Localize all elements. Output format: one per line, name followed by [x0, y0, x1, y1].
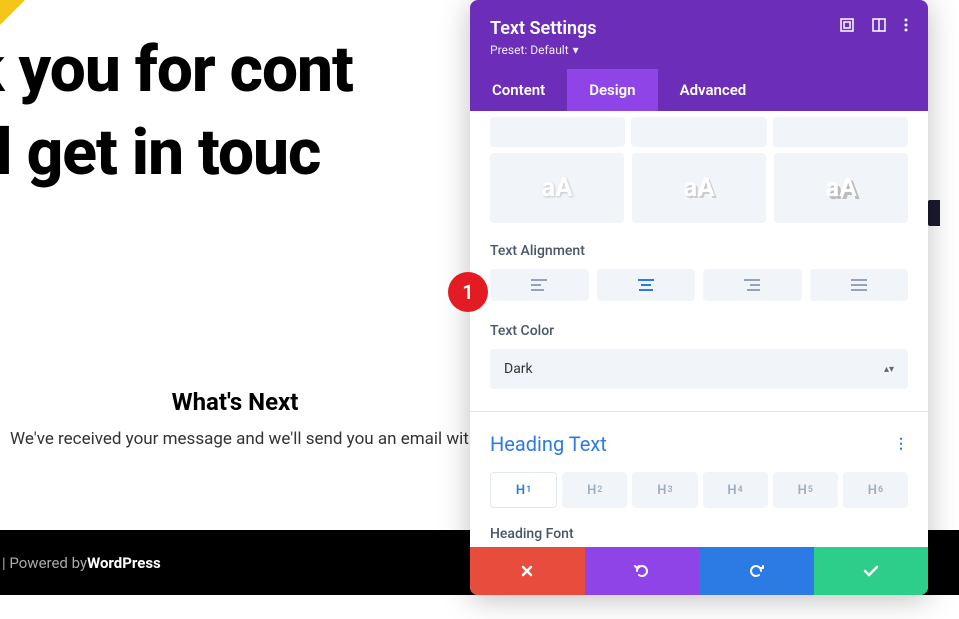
side-handle[interactable] — [928, 200, 940, 226]
hero-text: k you for cont 'll get in touc — [0, 28, 353, 194]
hero-line-2: 'll get in touc — [0, 111, 353, 194]
section-menu-icon[interactable]: ⋮ — [894, 436, 908, 452]
tab-design[interactable]: Design — [567, 69, 657, 111]
heading-h3-button[interactable]: H3 — [632, 472, 697, 508]
aa-sample: aA — [825, 173, 856, 203]
text-shadow-option[interactable]: aA — [490, 153, 624, 223]
cancel-button[interactable] — [470, 547, 585, 595]
heading-h2-button[interactable]: H2 — [562, 472, 627, 508]
hero-line-1: k you for cont — [0, 28, 353, 111]
callout-marker-1: 1 — [448, 272, 488, 312]
settings-panel: Text Settings Preset: Default ▾ Content — [470, 0, 928, 595]
preset-label: Preset: Default — [490, 43, 569, 57]
panel-tabs: Content Design Advanced — [470, 69, 928, 111]
received-message: We've received your message and we'll se… — [10, 429, 480, 449]
tab-content[interactable]: Content — [470, 69, 567, 111]
panel-header: Text Settings Preset: Default ▾ — [470, 0, 928, 69]
whats-next-heading: What's Next — [0, 388, 470, 416]
align-justify-button[interactable] — [810, 269, 909, 301]
footer-brand: WordPress — [87, 554, 161, 572]
footer-prefix: | Powered by — [2, 554, 87, 572]
text-color-select[interactable]: Dark ▴▾ — [490, 349, 908, 389]
expand-icon[interactable] — [840, 18, 854, 36]
text-alignment-label: Text Alignment — [470, 243, 928, 269]
corner-triangle — [0, 0, 25, 25]
panel-footer — [470, 547, 928, 595]
text-style-option[interactable] — [773, 117, 908, 147]
align-right-button[interactable] — [703, 269, 802, 301]
heading-h4-button[interactable]: H4 — [703, 472, 768, 508]
tab-advanced[interactable]: Advanced — [658, 69, 769, 111]
panel-title: Text Settings — [490, 18, 597, 39]
section-divider — [470, 411, 928, 412]
align-left-button[interactable] — [490, 269, 589, 301]
text-style-option[interactable] — [631, 117, 766, 147]
heading-h1-button[interactable]: H1 — [490, 472, 557, 508]
heading-h6-button[interactable]: H6 — [843, 472, 908, 508]
panel-body: aA aA aA Text Alignment Text Color Dark … — [470, 111, 928, 547]
preset-selector[interactable]: Preset: Default ▾ — [490, 43, 597, 57]
select-arrows-icon: ▴▾ — [884, 364, 894, 375]
align-center-button[interactable] — [597, 269, 696, 301]
menu-dots-icon[interactable] — [904, 18, 908, 36]
snap-icon[interactable] — [872, 18, 886, 36]
text-color-value: Dark — [504, 361, 533, 377]
heading-text-section-title[interactable]: Heading Text — [490, 432, 607, 456]
undo-button[interactable] — [585, 547, 700, 595]
heading-font-label: Heading Font — [470, 526, 928, 547]
redo-button[interactable] — [699, 547, 814, 595]
save-button[interactable] — [814, 547, 929, 595]
chevron-down-icon: ▾ — [573, 43, 579, 57]
aa-sample: aA — [683, 173, 714, 203]
aa-sample: aA — [541, 173, 572, 203]
heading-h5-button[interactable]: H5 — [773, 472, 838, 508]
text-shadow-option[interactable]: aA — [632, 153, 766, 223]
text-color-label: Text Color — [470, 323, 928, 349]
text-style-option[interactable] — [490, 117, 625, 147]
text-shadow-option[interactable]: aA — [774, 153, 908, 223]
